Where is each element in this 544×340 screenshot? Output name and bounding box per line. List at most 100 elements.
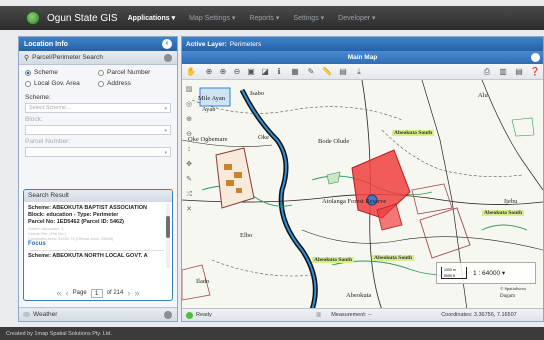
first-page-icon[interactable]: « [57, 288, 62, 298]
map-label: Oke [258, 134, 269, 141]
zoom-in-side-icon[interactable]: ⊕ [185, 116, 193, 124]
active-layer-bar: Active Layer: Perimeters [182, 37, 543, 51]
radio-dot[interactable] [98, 80, 104, 87]
search-type-options: Scheme Parcel Number Local Gov. Area Add… [19, 65, 177, 91]
grid-icon[interactable]: ▦ [290, 67, 300, 77]
menu-reports[interactable]: Reports ▾ [249, 14, 279, 22]
radio-dot[interactable] [25, 80, 31, 87]
radio-dot[interactable] [25, 69, 31, 76]
ruler-icon[interactable]: ▥ [316, 312, 321, 318]
result-block: Block: education - Type: Perimeter [28, 212, 119, 218]
map-label: Atolanga Forest Reserve [322, 198, 387, 205]
shuffle-icon[interactable]: ⤮ [185, 191, 193, 199]
block-select[interactable]: ▾ [25, 125, 171, 135]
download-icon[interactable]: ⤓ [354, 67, 364, 77]
result-scrollbar[interactable] [166, 204, 170, 268]
layers-icon[interactable]: ▨ [185, 86, 193, 94]
pan-hand-icon[interactable]: ✋ [186, 67, 196, 77]
menu-applications[interactable]: Applications ▾ [128, 14, 175, 22]
scheme-label: Scheme: [25, 94, 51, 101]
map-label: Abeokuta South [482, 210, 525, 216]
location-info-title: Location Info [24, 40, 68, 48]
map-label: Alu [478, 92, 488, 99]
save-icon[interactable]: ▥ [498, 67, 508, 77]
menu-map-settings[interactable]: Map Settings ▾ [189, 14, 235, 22]
page-total: of 214 [106, 290, 124, 296]
search-result-box: Search Result Scheme: ABEOKUTA BAPTIST A… [23, 189, 173, 301]
map-canvas[interactable]: ▨ ◎ ⊕ ⊖ ↕ ✥ ✎ ⤮ ✕ Mile Ayan Isabo Ayan A… [182, 80, 543, 310]
section-toggle-icon[interactable] [164, 54, 172, 62]
scale-ratio-select[interactable]: 1 : 64000 ▾ [473, 269, 505, 277]
zoom-box-icon[interactable]: ▣ [246, 67, 256, 77]
active-layer-label: Active Layer: [186, 40, 227, 48]
app-window: Ogun State GIS Applications ▾ Map Settin… [0, 0, 544, 340]
result-scheme: Scheme: ABEOKUTA BAPTIST ASSOCIATION [28, 205, 147, 211]
measure-icon[interactable]: 📏 [322, 67, 332, 77]
map-options-icon[interactable] [531, 53, 540, 62]
status-measurement: Measurement: -- [331, 312, 372, 318]
radio-dot[interactable] [98, 69, 104, 76]
section-toggle-icon[interactable] [164, 311, 172, 319]
identify-icon[interactable]: ℹ [274, 67, 284, 77]
status-ready: Ready [196, 312, 212, 318]
location-info-header: Location Info ‹ [19, 37, 177, 51]
radio-local-gov-area[interactable]: Local Gov. Area [25, 80, 98, 87]
move-icon[interactable]: ✥ [185, 161, 193, 169]
map-label: Dugum [500, 294, 515, 299]
radio-parcel-number[interactable]: Parcel Number [98, 69, 171, 76]
last-page-icon[interactable]: » [134, 288, 139, 298]
draw-icon[interactable]: ✎ [306, 67, 316, 77]
close-icon[interactable]: ✕ [185, 206, 193, 214]
map-side-toolbar: ▨ ◎ ⊕ ⊖ ↕ ✥ ✎ ⤮ ✕ [185, 86, 193, 214]
result-parcel: Parcel No: 1ED5462 (Parcel ID: 5462) [28, 219, 124, 225]
status-dot-icon [186, 311, 193, 319]
next-page-icon[interactable]: › [127, 288, 130, 298]
page-input[interactable]: 1 [90, 288, 103, 298]
zoom-in-icon[interactable]: ⊕ [218, 67, 228, 77]
parcel-search-title: Parcel/Perimeter Search [32, 54, 103, 61]
map-label: Ilado [196, 278, 210, 285]
chevron-down-icon: ▾ [164, 106, 167, 112]
map-label: Ayan [202, 106, 216, 113]
help-icon[interactable]: ❓ [530, 67, 540, 77]
pencil-icon[interactable]: ✎ [185, 176, 193, 184]
menu-settings[interactable]: Settings ▾ [293, 14, 324, 22]
radio-address[interactable]: Address [98, 80, 171, 87]
main-map-title: Main Map [347, 54, 378, 61]
table-icon[interactable]: ▤ [514, 67, 524, 77]
weather-label: Weather [33, 311, 58, 318]
nav-circle-icon[interactable]: ◎ [185, 101, 193, 109]
weather-section-header[interactable]: Weather [19, 307, 177, 321]
prev-page-icon[interactable]: ‹ [66, 288, 69, 298]
map-label: Abeokuta [346, 292, 372, 299]
parcel-number-select[interactable]: ▾ [25, 147, 171, 157]
select-icon[interactable]: ◪ [260, 67, 270, 77]
app-title: Ogun State GIS [47, 12, 118, 24]
map-label: Bode Olude [318, 138, 350, 145]
scale-right-label: 5000 ft [444, 274, 455, 278]
print-icon[interactable]: ⎙ [482, 67, 492, 77]
parcel-search-header[interactable]: ⚲ Parcel/Perimeter Search [19, 51, 177, 65]
map-status-bar: Ready ▥ Measurement: -- Coordinates: 3.3… [182, 308, 543, 321]
radio-scheme[interactable]: Scheme [25, 69, 98, 76]
chevron-down-icon: ▾ [164, 128, 167, 134]
scrollbar-thumb[interactable] [166, 216, 170, 238]
focus-link[interactable]: Focus [28, 241, 164, 248]
scale-widget: 1000 m 5000 ft 1 : 64000 ▾ [436, 262, 536, 284]
arrow-icon[interactable]: ↕ [185, 146, 193, 154]
zoom-out-icon[interactable]: ⊖ [232, 67, 242, 77]
scheme-select[interactable]: Select Scheme... ▾ [25, 103, 171, 113]
map-label: Abeokuta South [372, 255, 415, 261]
map-label: Isabo [250, 90, 265, 97]
map-label: Abeokuta South [312, 257, 355, 263]
cloud-icon [23, 312, 30, 317]
result-item[interactable]: Scheme: ABEOKUTA BAPTIST ASSOCIATION Blo… [24, 202, 172, 260]
menu-developer[interactable]: Developer ▾ [338, 14, 375, 22]
document-icon[interactable]: ▤ [338, 67, 348, 77]
collapse-panel-icon[interactable]: ‹ [162, 39, 172, 49]
parcel-number-label: Parcel Number: [25, 138, 71, 145]
map-label: Elbo [240, 232, 253, 239]
map-label: Abeokuta South [392, 130, 435, 136]
full-extent-icon[interactable]: ⊕ [204, 67, 214, 77]
active-layer-value: Perimeters [229, 40, 262, 48]
